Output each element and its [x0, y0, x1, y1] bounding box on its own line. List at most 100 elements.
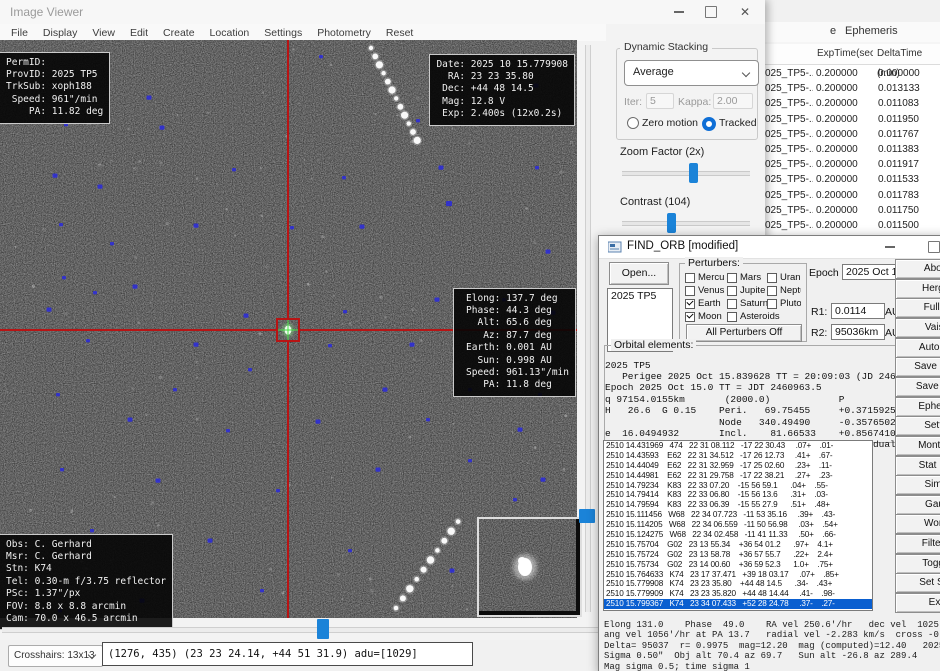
contrast-slider-handle[interactable] — [667, 213, 676, 233]
observation-row[interactable]: 2510 15.114205 W68 22 34 06.559 -11 50 5… — [604, 520, 872, 530]
frame-slider-track[interactable] — [2, 627, 598, 633]
side-button-filter-o[interactable]: Filter o — [895, 534, 940, 554]
observation-row[interactable]: 2510 15.779909 K74 23 23 35.820 +44 48 1… — [604, 589, 872, 599]
side-button-about[interactable]: About — [895, 259, 940, 279]
side-button-worst[interactable]: Worst — [895, 514, 940, 534]
perturber-label: Moon — [698, 311, 722, 322]
perturber-mercu[interactable]: Mercu — [685, 272, 727, 283]
r2-field[interactable]: 95036km — [831, 324, 885, 340]
maximize-button[interactable] — [696, 0, 726, 24]
findorb-maximize-button[interactable] — [921, 236, 940, 258]
vertical-slider-track[interactable] — [585, 45, 591, 612]
contrast-slider-track[interactable] — [622, 221, 750, 226]
side-button-stat-rar[interactable]: Stat Rar — [895, 456, 940, 476]
pixel-readout-input[interactable] — [102, 642, 473, 666]
findorb-minimize-button[interactable] — [877, 236, 903, 258]
side-button-toggle[interactable]: Toggle — [895, 554, 940, 574]
side-button-full-st[interactable]: Full st — [895, 298, 940, 318]
checkbox-icon — [685, 312, 695, 322]
ephem-exptime-header[interactable]: ExpTime(sec) — [813, 44, 877, 65]
vertical-slider-handle[interactable] — [579, 509, 595, 523]
observation-row[interactable]: 2510 14.431969 474 22 31 08.112 -17 22 3… — [604, 441, 872, 451]
side-button-simpl[interactable]: Simpl — [895, 475, 940, 495]
perturber-moon[interactable]: Moon — [685, 311, 727, 322]
kappa-field[interactable]: 2.00 — [713, 93, 753, 109]
stacking-method-value: Average — [633, 66, 674, 78]
observation-row[interactable]: 2510 15.124275 W68 22 34 02.458 -11 41 1… — [604, 530, 872, 540]
side-button-herget[interactable]: Herget — [895, 279, 940, 299]
tracked-radio[interactable] — [702, 117, 716, 131]
perturber-pluto[interactable]: Pluto — [767, 298, 801, 309]
observation-row[interactable]: 2510 15.75734 G02 23 14 00.60 +36 59 52.… — [604, 560, 872, 570]
menu-location[interactable]: Location — [205, 27, 255, 39]
perturber-earth[interactable]: Earth — [685, 298, 727, 309]
zoom-slider-track[interactable] — [622, 171, 750, 176]
perturber-saturn[interactable]: Saturn — [727, 298, 767, 309]
zero-motion-radio[interactable] — [627, 117, 639, 129]
frame-slider-handle[interactable] — [317, 619, 329, 639]
maximize-icon — [705, 6, 717, 18]
side-button-settin[interactable]: Settin — [895, 416, 940, 436]
side-button-save-resi[interactable]: Save Resi — [895, 357, 940, 377]
side-button-auto-so[interactable]: Auto-So — [895, 338, 940, 358]
object-list-item[interactable]: 2025 TP5 — [608, 289, 672, 303]
menu-ephemeris[interactable]: Ephemeris — [845, 25, 898, 37]
observation-row[interactable]: 2510 14.44049 E62 22 31 32.959 -17 25 02… — [604, 461, 872, 471]
observation-row[interactable]: 2510 15.764633 K74 23 17 37.471 +39 18 0… — [604, 570, 872, 580]
menu-photometry[interactable]: Photometry — [312, 27, 376, 39]
iter-label: Iter: — [624, 96, 642, 108]
perturber-venus[interactable]: Venus — [685, 285, 727, 296]
ephem-cell: 0.011767 — [878, 127, 938, 142]
stacking-method-select[interactable]: Average — [624, 60, 759, 86]
zoom-slider-handle[interactable] — [689, 163, 698, 183]
observation-row[interactable]: 2510 15.75704 G02 23 13 55.34 +36 54 01.… — [604, 540, 872, 550]
iter-field[interactable]: 5 — [646, 93, 674, 109]
side-button-monte-c[interactable]: Monte C — [895, 436, 940, 456]
open-button[interactable]: Open... — [609, 262, 669, 285]
epoch-label: Epoch — [809, 267, 839, 279]
checkbox-icon — [685, 299, 695, 309]
menu-view[interactable]: View — [87, 27, 120, 39]
observation-row[interactable]: 2510 14.79594 K83 22 33 06.39 -15 55 27.… — [604, 500, 872, 510]
minimize-button[interactable] — [664, 0, 694, 24]
ephem-cell: 025_TP5-... — [765, 66, 813, 81]
side-button-exit[interactable]: Exit — [895, 593, 940, 613]
menu-settings[interactable]: Settings — [259, 27, 307, 39]
perturber-asteroids[interactable]: Asteroids — [727, 311, 801, 322]
observation-row[interactable]: 2510 15.779908 K74 23 23 35.80 +44 48 14… — [604, 579, 872, 589]
observation-row[interactable]: 2510 14.79414 K83 22 33 06.80 -15 56 13.… — [604, 490, 872, 500]
menu-create[interactable]: Create — [158, 27, 200, 39]
viewer-menubar: File Display View Edit Create Location Setting… — [0, 24, 606, 41]
observation-row[interactable]: 2510 15.111456 W68 22 34 07.723 -11 53 3… — [604, 510, 872, 520]
ephem-cell: 0.200000 — [816, 172, 871, 187]
side-button-set-sigr[interactable]: Set Sigr — [895, 573, 940, 593]
menu-file[interactable]: File — [6, 27, 33, 39]
observation-row[interactable]: 2510 15.75724 G02 23 13 58.78 +36 57 55.… — [604, 550, 872, 560]
menu-reset[interactable]: Reset — [381, 27, 418, 39]
side-button-epheme[interactable]: Epheme — [895, 397, 940, 417]
perturber-jupite[interactable]: Jupite — [727, 285, 767, 296]
star-field-image[interactable]: PermID: ProvID: 2025 TP5 TrkSub: xoph188… — [0, 40, 577, 618]
menu-edit[interactable]: Edit — [125, 27, 153, 39]
perturber-uranu[interactable]: Uranu — [767, 272, 801, 283]
ephem-cell: 0.011783 — [878, 188, 938, 203]
observation-row[interactable]: 2510 15.799367 K74 23 34 07.433 +52 28 2… — [604, 599, 872, 609]
observation-row[interactable]: 2510 14.43593 E62 22 31 34.512 -17 26 12… — [604, 451, 872, 461]
close-button[interactable]: ✕ — [730, 0, 760, 24]
side-button-vaisa[interactable]: Vaisa — [895, 318, 940, 338]
side-button-save-eler[interactable]: Save eler — [895, 377, 940, 397]
r1-field[interactable]: 0.0114 — [831, 303, 885, 319]
ephem-deltatime-header[interactable]: DeltaTime (min) — [873, 44, 940, 65]
ephem-cell: 025_TP5-... — [765, 127, 813, 142]
perturber-neptu[interactable]: Neptu — [767, 285, 801, 296]
menu-display[interactable]: Display — [38, 27, 82, 39]
ephem-cell: 0.011917 — [878, 157, 938, 172]
side-button-gaus[interactable]: Gaus — [895, 495, 940, 515]
observation-row[interactable]: 2510 14.79234 K83 22 33 07.20 -15 56 59.… — [604, 481, 872, 491]
observation-row[interactable]: 2510 14.44981 E62 22 31 29.758 -17 22 38… — [604, 471, 872, 481]
zero-motion-label: Zero motion — [642, 117, 698, 129]
all-perturbers-off-button[interactable]: All Perturbers Off — [686, 324, 802, 342]
perturber-mars[interactable]: Mars — [727, 272, 767, 283]
crosshairs-size-select[interactable]: Crosshairs: 13x13 — [8, 645, 103, 667]
r2-label: R2: — [811, 327, 827, 339]
